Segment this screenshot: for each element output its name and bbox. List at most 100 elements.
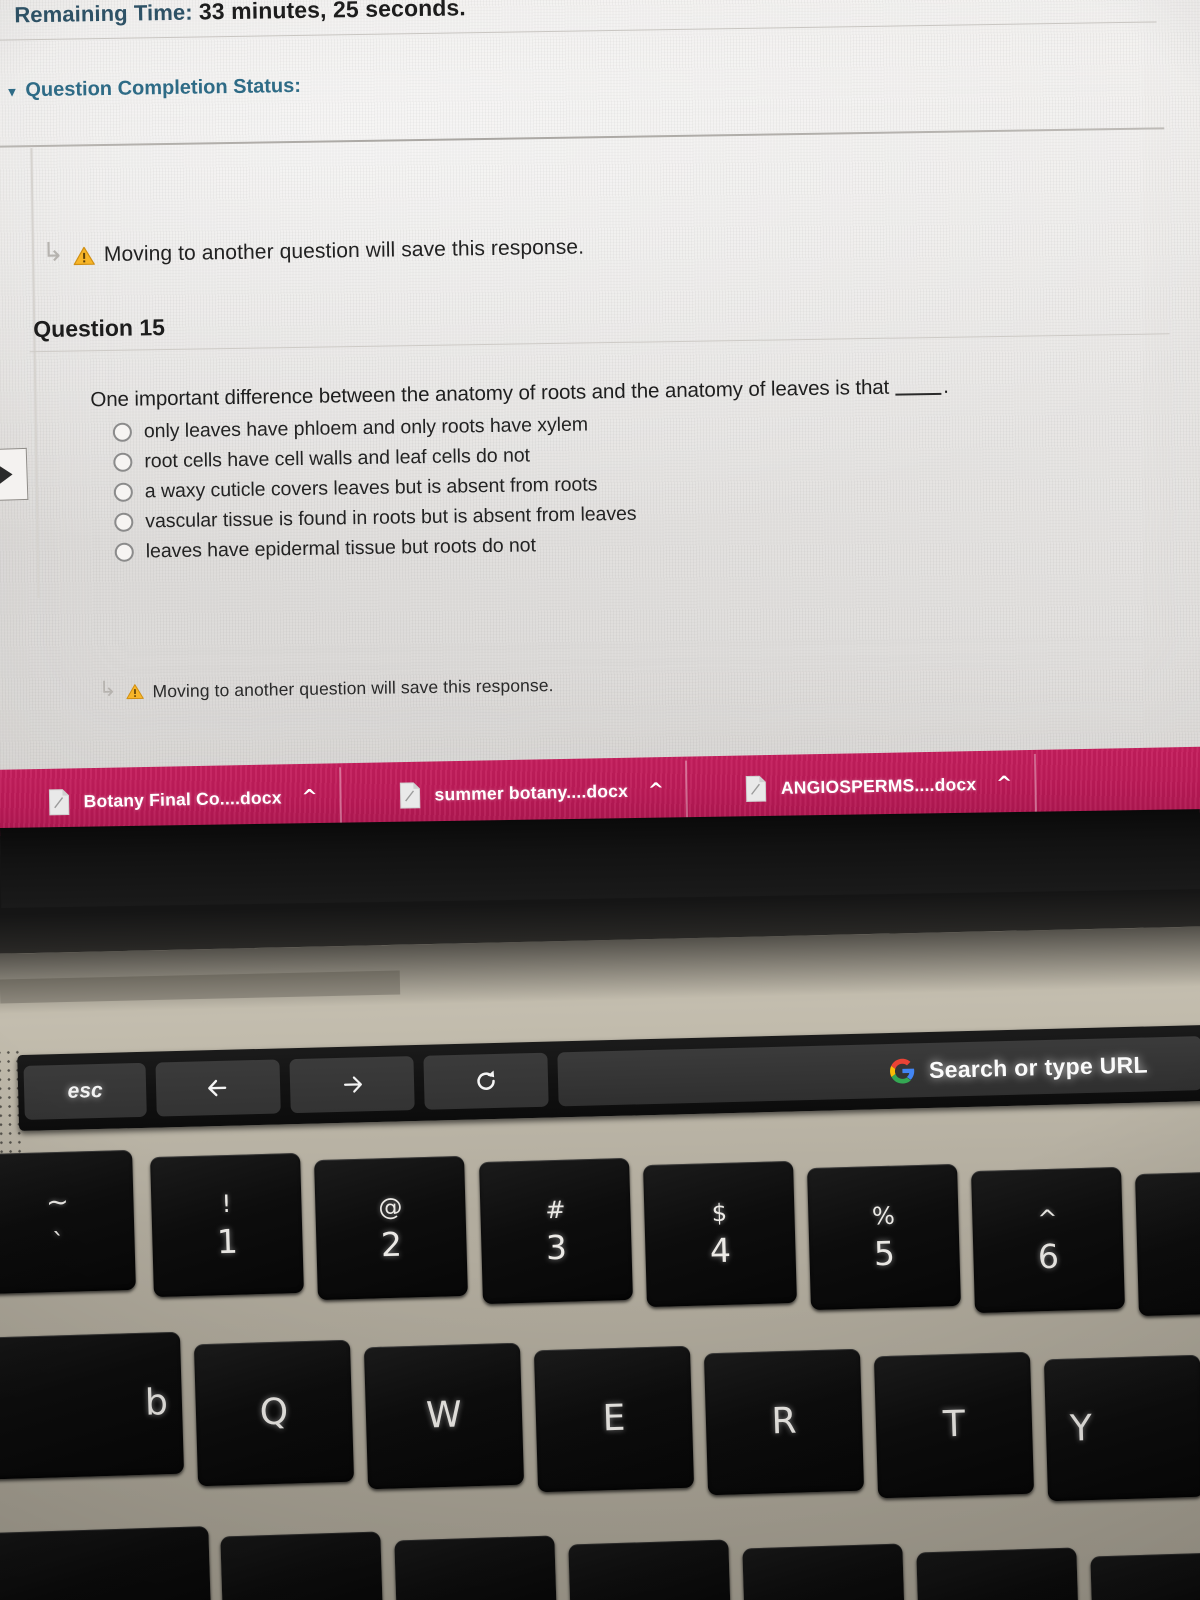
five-key-base-symbol: 5 [873,1233,896,1274]
two-key-base-symbol: 2 [380,1224,403,1265]
radio-button[interactable] [112,422,133,442]
warning-triangle-icon [125,683,144,700]
two-key-shift-symbol: @ [378,1192,403,1222]
answer-option-label: only leaves have phloem and only roots h… [143,413,589,442]
chevron-up-icon[interactable]: ^ [301,785,317,807]
divider-under-question-title [29,333,1170,353]
document-icon [48,788,70,815]
three-key-base-symbol: 3 [545,1227,568,1268]
download-file-name: Botany Final Co....docx [83,786,282,811]
four-key-base-symbol: 4 [709,1230,732,1271]
photo-of-macbook-screen: Remaining Time: 33 minutes, 25 seconds. … [0,0,1200,1600]
google-g-icon [889,1057,917,1085]
tab-key-partial[interactable]: b [0,1331,185,1483]
w-key[interactable]: W [363,1342,525,1490]
three-key[interactable]: # 3 [479,1157,633,1305]
touchbar-reload-button[interactable] [423,1052,549,1110]
question-completion-status[interactable]: ▼ Question Completion Status: [5,75,301,103]
six-key-base-symbol: 6 [1037,1236,1060,1277]
question-prompt-text: One important difference between the ana… [90,375,890,412]
five-key[interactable]: % 5 [807,1163,961,1311]
sidebar-expander-button[interactable] [0,447,29,502]
q-key-label: Q [259,1391,289,1434]
document-icon [399,781,421,809]
home-row-key-partial[interactable] [220,1531,384,1600]
six-key[interactable]: ^ 6 [971,1166,1125,1314]
question-card-left-edge [30,148,40,599]
r-key[interactable]: R [703,1348,865,1496]
two-key[interactable]: @ 2 [314,1155,468,1301]
answer-option-label: leaves have epidermal tissue but roots d… [145,533,537,562]
answer-option-label: vascular tissue is found in roots but is… [145,502,637,532]
w-key-label: W [425,1394,463,1437]
remaining-time-value: 33 minutes, 25 seconds. [198,0,466,25]
tab-key-label: b [144,1382,169,1424]
e-key[interactable]: E [533,1345,695,1493]
e-key-label: E [602,1397,626,1440]
tilde-key-shift-symbol: ~ [45,1186,70,1219]
radio-button[interactable] [114,542,134,562]
chevron-up-icon[interactable]: ^ [996,772,1012,794]
question-prompt-trailing: . [942,374,949,398]
save-warning-bottom-text: Moving to another question will save thi… [152,674,554,701]
divider-under-status [0,127,1165,148]
touchbar-forward-button[interactable] [289,1056,415,1114]
answer-option-label: a waxy cuticle covers leaves but is abse… [144,472,598,502]
five-key-shift-symbol: % [871,1201,896,1231]
t-key[interactable]: T [873,1351,1035,1499]
one-key-base-symbol: 1 [216,1221,239,1262]
touchbar-url-field[interactable]: Search or type URL [557,1036,1200,1107]
chevron-up-icon[interactable]: ^ [648,779,664,801]
three-key-shift-symbol: # [544,1195,566,1225]
y-key-label: Y [1069,1407,1093,1450]
touchbar-back-button[interactable] [155,1059,281,1117]
seven-key-partial[interactable] [1135,1169,1200,1317]
question-number: Question 15 [33,314,166,343]
six-key-shift-symbol: ^ [1036,1204,1058,1234]
chevron-down-icon[interactable]: ▼ [5,84,18,99]
tilde-key[interactable]: ~ ` [0,1149,136,1295]
four-key-shift-symbol: $ [711,1198,728,1228]
radio-button[interactable] [113,452,133,472]
laptop-screen: Remaining Time: 33 minutes, 25 seconds. … [0,0,1200,855]
arrow-right-icon [343,1076,362,1093]
answer-option-label: root cells have cell walls and leaf cell… [144,443,531,472]
save-warning-top: ↳ Moving to another question will save t… [42,232,584,271]
download-file-name: ANGIOSPERMS....docx [780,773,977,798]
warning-triangle-icon [73,246,95,265]
answer-blank [895,392,942,396]
document-icon [746,775,768,802]
one-key-shift-symbol: ! [221,1189,232,1219]
arrow-left-icon [208,1079,227,1097]
home-row-key-partial[interactable] [1090,1551,1200,1600]
tilde-key-base-symbol: ` [51,1227,66,1258]
radio-button[interactable] [113,482,133,502]
q-key[interactable]: Q [193,1339,355,1487]
radio-button[interactable] [114,512,134,532]
save-warning-top-text: Moving to another question will save thi… [103,235,585,267]
remaining-time-label: Remaining Time: [14,0,193,28]
blackboard-exam-page: Remaining Time: 33 minutes, 25 seconds. … [0,0,1200,784]
touchbar-esc-button[interactable]: esc [23,1062,147,1120]
home-row-key-partial[interactable] [742,1543,906,1600]
save-warning-bottom: ↳ Moving to another question will save t… [99,673,554,704]
home-row-key-partial[interactable] [916,1547,1080,1600]
triangle-right-icon [0,465,13,484]
arrow-hook-icon: ↳ [98,676,117,702]
download-file-name: summer botany....docx [434,780,629,804]
question-body: One important difference between the ana… [90,372,1153,571]
answer-options: only leaves have phloem and only roots h… [91,404,1153,564]
t-key-label: T [942,1403,966,1446]
touchbar-url-placeholder: Search or type URL [928,1050,1149,1083]
home-row-key-partial[interactable] [568,1539,732,1600]
home-row-key-partial[interactable] [0,1526,212,1600]
one-key[interactable]: ! 1 [150,1152,304,1298]
four-key[interactable]: $ 4 [643,1160,797,1308]
arrow-hook-icon: ↳ [41,237,65,268]
y-key[interactable]: Y [1043,1354,1200,1502]
question-completion-status-label: Question Completion Status: [25,74,302,102]
home-row-key-partial[interactable] [394,1535,558,1600]
r-key-label: R [770,1400,798,1443]
reload-icon [477,1070,495,1090]
remaining-time: Remaining Time: 33 minutes, 25 seconds. [14,0,466,28]
